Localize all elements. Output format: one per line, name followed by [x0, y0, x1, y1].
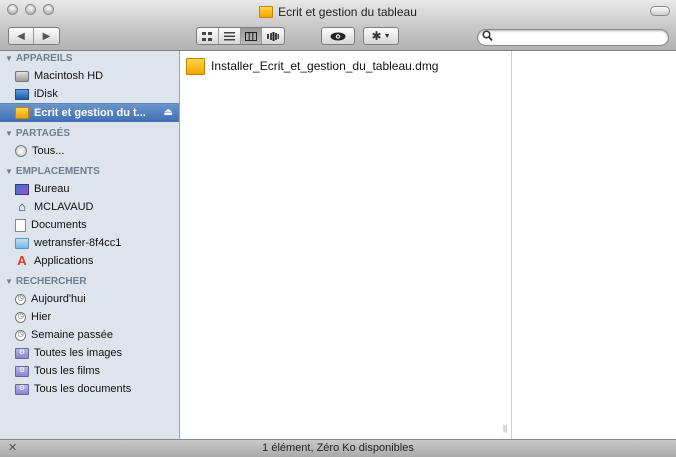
list-view-button[interactable]	[219, 28, 241, 44]
sidebar-item-bureau[interactable]: Bureau	[0, 180, 179, 198]
search-input[interactable]	[496, 31, 661, 44]
file-item[interactable]: Installer_Ecrit_et_gestion_du_tableau.dm…	[186, 56, 438, 76]
quick-look-button[interactable]	[321, 27, 355, 45]
column-view-icon	[244, 31, 257, 41]
chevron-down-icon: ▼	[383, 32, 391, 40]
column-view-button[interactable]	[240, 28, 263, 44]
title-bar: Ecrit et gestion du tableau ◀ ▶ ✱ ▼	[0, 0, 676, 51]
back-button[interactable]: ◀	[9, 28, 35, 44]
disclosure-triangle-icon: ▼	[5, 129, 13, 138]
idisk-icon	[15, 88, 29, 100]
gear-icon: ✱	[371, 29, 382, 43]
applications-icon: A	[17, 253, 27, 268]
finder-window: Ecrit et gestion du tableau ◀ ▶ ✱ ▼ ▼ AP…	[0, 0, 676, 457]
sidebar-section-shared[interactable]: ▼ PARTAGÉS	[0, 126, 179, 142]
sidebar-item-all-documents[interactable]: ⚙ Tous les documents	[0, 380, 179, 398]
sidebar-item-idisk[interactable]: iDisk	[0, 85, 179, 103]
sidebar-resize-icon[interactable]: ✕	[8, 440, 17, 457]
sidebar-item-today[interactable]: ◷ Aujourd'hui	[0, 290, 179, 308]
eject-icon[interactable]: ⏏	[164, 104, 173, 122]
disk-image-icon	[186, 57, 205, 75]
status-text: 1 élément, Zéro Ko disponibles	[262, 442, 414, 454]
search-field[interactable]	[477, 29, 669, 46]
smart-folder-icon: ⚙	[15, 347, 29, 359]
column-browser: Installer_Ecrit_et_gestion_du_tableau.dm…	[180, 51, 676, 439]
smart-folder-icon: ⚙	[15, 365, 29, 377]
hard-drive-icon	[15, 70, 29, 82]
sidebar-item-applications[interactable]: A Applications	[0, 252, 179, 270]
sidebar-item-macintosh-hd[interactable]: Macintosh HD	[0, 67, 179, 85]
action-menu-button[interactable]: ✱ ▼	[363, 27, 399, 45]
list-view-icon	[223, 31, 235, 40]
window-title: Ecrit et gestion du tableau	[0, 5, 676, 19]
sidebar-item-ecrit-et-gestion[interactable]: Ecrit et gestion du t... ⏏	[0, 103, 179, 122]
coverflow-view-button[interactable]	[262, 28, 284, 44]
forward-button[interactable]: ▶	[34, 28, 59, 44]
sidebar-item-tous[interactable]: Tous...	[0, 142, 179, 160]
home-icon: ⌂	[18, 199, 26, 214]
clock-icon: ◷	[15, 329, 26, 341]
sidebar-section-search-for[interactable]: ▼ RECHERCHER	[0, 274, 179, 290]
network-globe-icon	[15, 145, 27, 157]
folder-icon	[15, 237, 29, 249]
disclosure-triangle-icon: ▼	[5, 54, 13, 63]
sidebar-item-mclavaud[interactable]: ⌂ MCLAVAUD	[0, 198, 179, 216]
icon-view-button[interactable]	[197, 28, 219, 44]
desktop-icon	[15, 183, 29, 195]
coverflow-view-icon	[267, 31, 280, 41]
disclosure-triangle-icon: ▼	[5, 277, 13, 286]
sidebar-section-devices[interactable]: ▼ APPAREILS	[0, 51, 179, 67]
browser-column[interactable]: Installer_Ecrit_et_gestion_du_tableau.dm…	[180, 51, 512, 439]
chevron-right-icon: ▶	[42, 30, 51, 42]
sidebar-item-past-week[interactable]: ◷ Semaine passée	[0, 326, 179, 344]
column-resize-handle[interactable]: ||	[503, 424, 507, 433]
toolbar-toggle-button[interactable]	[650, 6, 670, 16]
sidebar-item-all-movies[interactable]: ⚙ Tous les films	[0, 362, 179, 380]
disk-image-icon	[259, 6, 274, 18]
sidebar-item-all-images[interactable]: ⚙ Toutes les images	[0, 344, 179, 362]
chevron-left-icon: ◀	[17, 30, 25, 42]
clock-icon: ◷	[15, 311, 26, 323]
icon-view-icon	[202, 31, 213, 41]
view-mode-buttons	[196, 27, 285, 45]
file-name: Installer_Ecrit_et_gestion_du_tableau.dm…	[211, 59, 439, 73]
sidebar-section-places[interactable]: ▼ EMPLACEMENTS	[0, 164, 179, 180]
disk-image-icon	[15, 107, 29, 119]
disclosure-triangle-icon: ▼	[5, 167, 13, 176]
search-icon	[482, 30, 493, 45]
status-bar: ✕ 1 élément, Zéro Ko disponibles	[0, 439, 676, 457]
smart-folder-icon: ⚙	[15, 383, 29, 395]
window-title-text: Ecrit et gestion du tableau	[278, 5, 417, 19]
sidebar-item-yesterday[interactable]: ◷ Hier	[0, 308, 179, 326]
sidebar: ▼ APPAREILS Macintosh HD iDisk Ecrit et …	[0, 51, 180, 439]
sidebar-item-documents[interactable]: Documents	[0, 216, 179, 234]
documents-icon	[15, 218, 26, 232]
eye-icon	[330, 32, 346, 40]
sidebar-item-wetransfer[interactable]: wetransfer-8f4cc1	[0, 234, 179, 252]
clock-icon: ◷	[15, 293, 26, 305]
back-forward-buttons: ◀ ▶	[8, 27, 60, 45]
